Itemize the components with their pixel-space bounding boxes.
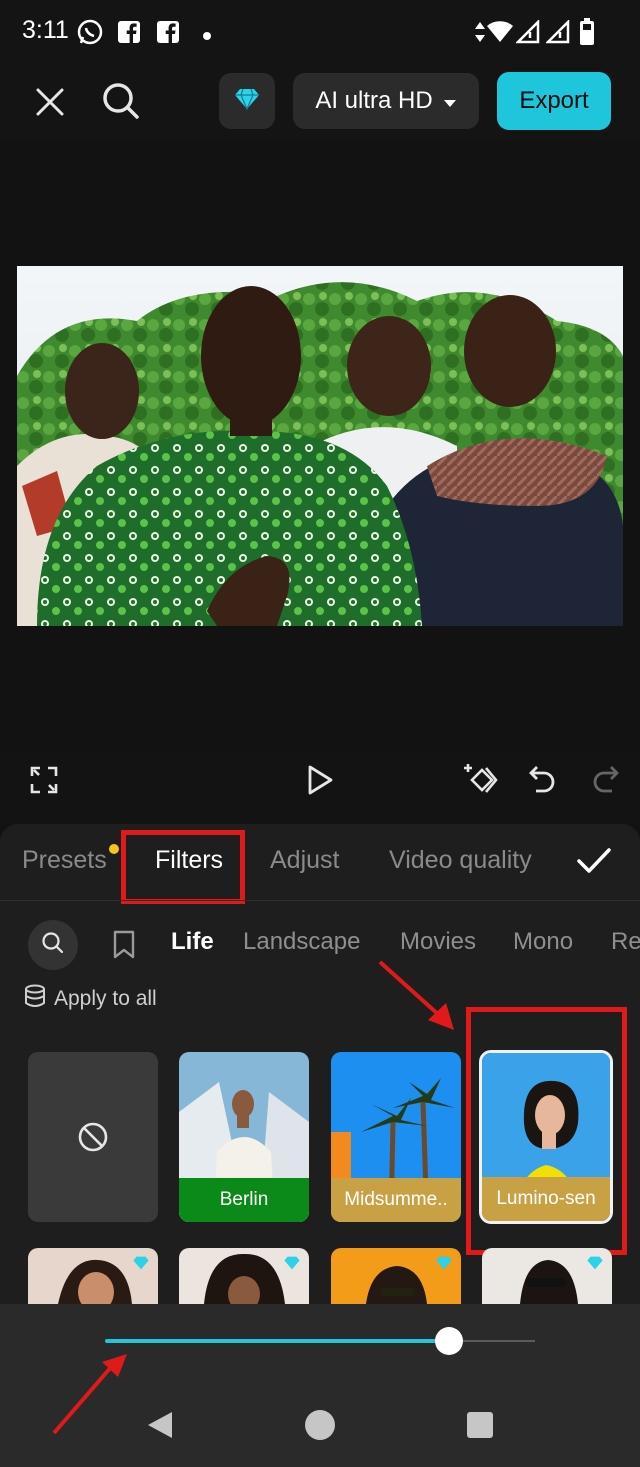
diamond-icon [435, 1256, 453, 1275]
tab-adjust[interactable]: Adjust [270, 846, 339, 875]
battery-icon [579, 18, 595, 51]
bookmark-icon[interactable] [112, 930, 136, 965]
category-movies[interactable]: Movies [400, 928, 476, 956]
annotation-box-selected-filter [466, 1007, 627, 1255]
fullscreen-icon[interactable] [30, 766, 58, 799]
filter-thumb-row2-3[interactable] [331, 1248, 461, 1304]
diamond-icon [132, 1256, 150, 1275]
tab-divider [0, 900, 640, 901]
playback-bar [0, 752, 640, 824]
dot-icon [202, 28, 212, 46]
signal-icon [514, 18, 540, 49]
tab-presets[interactable]: Presets [22, 846, 107, 875]
diamond-icon [234, 88, 260, 115]
no-filter-icon [77, 1121, 109, 1158]
top-toolbar: AI ultra HD Export [0, 64, 640, 140]
video-frame [17, 266, 623, 626]
recents-icon[interactable] [466, 1411, 494, 1444]
status-time: 3:11 [22, 16, 69, 44]
data-arrows-icon [473, 20, 487, 49]
search-icon [41, 931, 65, 960]
stack-icon [24, 984, 46, 1014]
filter-label: Berlin [179, 1178, 309, 1222]
annotation-box-filters [121, 830, 245, 904]
keyframe-icon[interactable] [462, 762, 500, 801]
filter-intensity-area [0, 1304, 640, 1394]
redo-icon [592, 764, 620, 799]
diamond-icon [586, 1256, 604, 1275]
premium-button[interactable] [219, 73, 275, 129]
filter-thumb-row2-4[interactable] [482, 1248, 612, 1304]
new-badge-dot [109, 844, 119, 854]
filters-panel: Presets Filters Adjust Video quality Lif… [0, 824, 640, 1304]
filter-thumb-row2-1[interactable] [28, 1248, 158, 1304]
category-re[interactable]: Re [611, 928, 640, 956]
slider-fill [105, 1339, 449, 1343]
category-mono[interactable]: Mono [513, 928, 573, 956]
quality-dropdown[interactable]: AI ultra HD [293, 73, 479, 129]
filter-search-button[interactable] [28, 920, 78, 970]
apply-to-all-label: Apply to all [54, 987, 157, 1010]
apply-to-all-button[interactable]: Apply to all [24, 984, 157, 1014]
home-icon[interactable] [304, 1409, 336, 1446]
close-icon[interactable] [28, 80, 72, 124]
status-bar: 3:11 [0, 0, 640, 64]
filter-berlin[interactable]: Berlin [179, 1052, 309, 1222]
back-icon[interactable] [146, 1410, 174, 1445]
export-button[interactable]: Export [497, 72, 611, 130]
play-icon[interactable] [306, 764, 334, 801]
slider-handle[interactable] [435, 1327, 463, 1355]
system-nav-bar [0, 1394, 640, 1467]
category-landscape[interactable]: Landscape [243, 928, 360, 956]
search-icon[interactable] [98, 78, 144, 124]
filter-none[interactable] [28, 1052, 158, 1222]
confirm-check-icon[interactable] [576, 846, 612, 881]
undo-icon[interactable] [528, 764, 556, 799]
tab-video-quality[interactable]: Video quality [389, 846, 532, 875]
facebook-icon [117, 20, 141, 49]
caret-down-icon [443, 87, 457, 115]
category-life[interactable]: Life [171, 928, 214, 956]
filter-midsummer[interactable]: Midsumme.. [331, 1052, 461, 1222]
filter-label: Midsumme.. [331, 1178, 461, 1222]
whatsapp-icon [76, 18, 104, 51]
diamond-icon [283, 1256, 301, 1275]
video-preview[interactable] [0, 140, 640, 752]
facebook-icon [156, 20, 180, 49]
signal-icon [544, 18, 570, 49]
quality-label: AI ultra HD [315, 87, 433, 114]
filter-thumb-row2-2[interactable] [179, 1248, 309, 1304]
wifi-icon [486, 20, 514, 49]
